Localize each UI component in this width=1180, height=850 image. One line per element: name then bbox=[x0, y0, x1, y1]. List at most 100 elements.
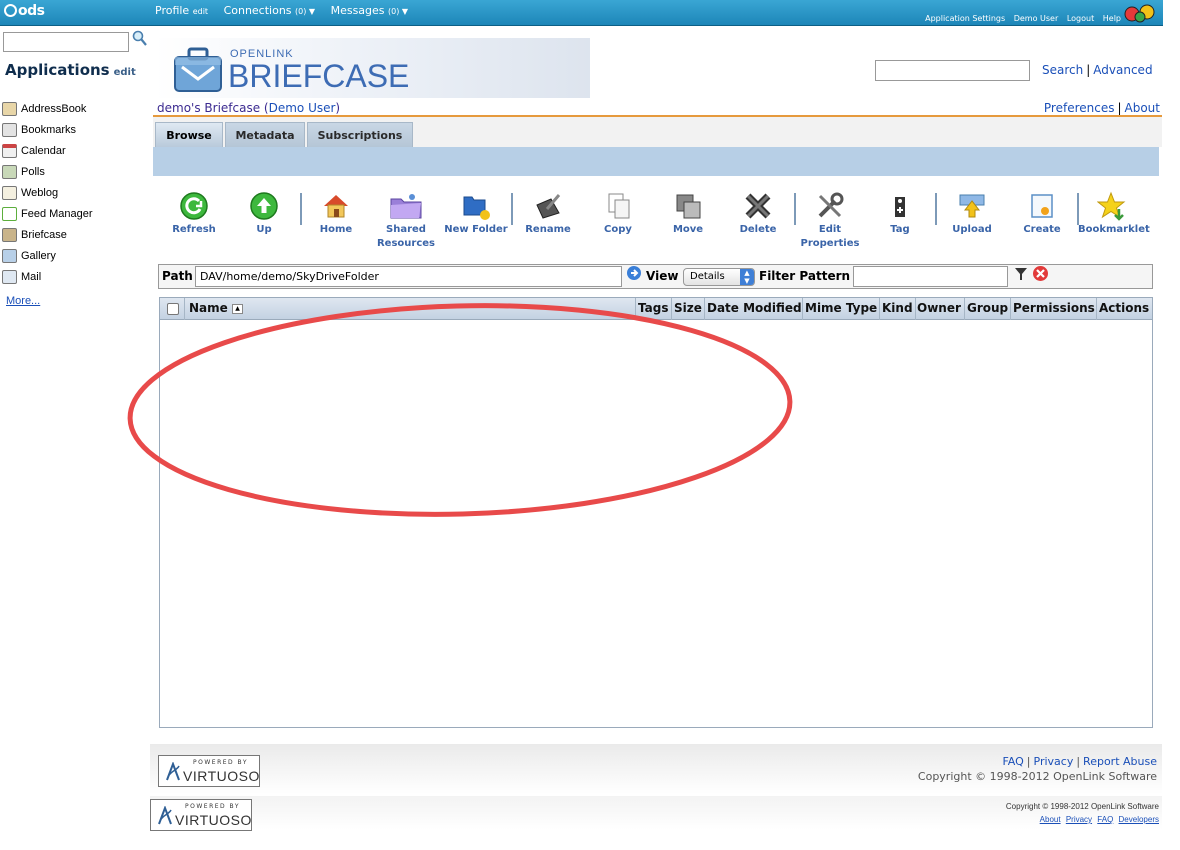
tab-subscriptions[interactable]: Subscriptions bbox=[307, 122, 413, 147]
bottom-about-link[interactable]: About bbox=[1040, 815, 1061, 824]
sidebar-item-bookmarks[interactable]: Bookmarks bbox=[2, 119, 93, 140]
column-divider bbox=[1010, 298, 1011, 320]
copy-icon bbox=[608, 193, 630, 219]
bottom-faq-link[interactable]: FAQ bbox=[1097, 815, 1113, 824]
virtuoso-logo-icon bbox=[158, 806, 172, 825]
header-search-input[interactable] bbox=[875, 60, 1030, 81]
column-divider bbox=[1096, 298, 1097, 320]
briefcase-icon bbox=[2, 227, 17, 242]
profile-menu[interactable]: Profile edit bbox=[155, 4, 208, 17]
advanced-search-link[interactable]: Advanced bbox=[1093, 63, 1152, 77]
sidebar-item-addressbook[interactable]: AddressBook bbox=[2, 98, 93, 119]
bottom-copyright: Copyright © 1998-2012 OpenLink Software bbox=[1005, 802, 1159, 811]
bookmarklet-icon bbox=[1097, 191, 1126, 221]
file-toolbar: Refresh Up Home Shared Resources New Fol… bbox=[158, 183, 1153, 259]
refresh-button[interactable]: Refresh bbox=[159, 191, 229, 237]
search-link[interactable]: Search bbox=[1042, 63, 1083, 77]
column-header-kind[interactable]: Kind bbox=[882, 301, 913, 315]
select-arrows-icon: ▲ ▼ bbox=[740, 269, 754, 285]
bookmarks-icon bbox=[2, 122, 17, 137]
about-link[interactable]: About bbox=[1125, 101, 1160, 115]
help-link[interactable]: Help bbox=[1103, 14, 1121, 23]
go-arrow-icon[interactable] bbox=[626, 265, 642, 281]
top-right-links: Application Settings Demo User Logout He… bbox=[919, 14, 1121, 23]
logout-link[interactable]: Logout bbox=[1067, 14, 1094, 23]
preferences-link[interactable]: Preferences bbox=[1044, 101, 1115, 115]
privacy-link[interactable]: Privacy bbox=[1034, 755, 1074, 768]
column-header-owner[interactable]: Owner bbox=[917, 301, 961, 315]
copy-button[interactable]: Copy bbox=[583, 191, 653, 237]
briefcase-logo-icon bbox=[174, 47, 222, 92]
bottom-links: About Privacy FAQ Developers bbox=[1037, 815, 1159, 824]
edit-properties-button[interactable]: Edit Properties bbox=[795, 191, 865, 251]
sidebar-item-calendar[interactable]: Calendar bbox=[2, 140, 93, 161]
report-abuse-link[interactable]: Report Abuse bbox=[1083, 755, 1157, 768]
sidebar-item-weblog[interactable]: Weblog bbox=[2, 182, 93, 203]
tab-browse[interactable]: Browse bbox=[155, 122, 223, 147]
filter-icon[interactable] bbox=[1014, 266, 1028, 282]
home-button[interactable]: Home bbox=[301, 191, 371, 237]
upload-icon bbox=[959, 194, 985, 218]
bottom-developers-link[interactable]: Developers bbox=[1119, 815, 1159, 824]
rename-button[interactable]: Rename bbox=[513, 191, 583, 237]
tag-button[interactable]: Tag bbox=[865, 191, 935, 237]
new-folder-button[interactable]: New Folder bbox=[441, 191, 511, 237]
addressbook-icon bbox=[2, 101, 17, 116]
upload-button[interactable]: Upload bbox=[937, 191, 1007, 237]
footer-links: FAQ | Privacy | Report Abuse bbox=[1002, 755, 1157, 768]
bookmarklet-button[interactable]: Bookmarklet bbox=[1078, 191, 1150, 237]
owner-user-link[interactable]: Demo User bbox=[269, 101, 336, 115]
applications-edit-link[interactable]: edit bbox=[114, 67, 136, 78]
column-header-mime-type[interactable]: Mime Type bbox=[805, 301, 877, 315]
view-select[interactable]: Details ▲ ▼ bbox=[683, 268, 755, 286]
virtuoso-logo-icon bbox=[166, 762, 180, 781]
delete-button[interactable]: Delete bbox=[723, 191, 793, 237]
faq-link[interactable]: FAQ bbox=[1002, 755, 1023, 768]
polls-icon bbox=[2, 164, 17, 179]
rename-icon bbox=[536, 194, 561, 219]
bottom-privacy-link[interactable]: Privacy bbox=[1066, 815, 1092, 824]
refresh-icon bbox=[180, 192, 208, 220]
gallery-icon bbox=[2, 248, 17, 263]
filter-pattern-input[interactable] bbox=[853, 266, 1008, 287]
column-header-permissions[interactable]: Permissions bbox=[1013, 301, 1095, 315]
messages-menu[interactable]: Messages (0) ▼ bbox=[331, 4, 408, 17]
column-divider bbox=[879, 298, 880, 320]
powered-by-virtuoso-badge-bottom[interactable]: POWERED BY VIRTUOSO bbox=[150, 799, 252, 831]
up-button[interactable]: Up bbox=[229, 191, 299, 237]
tab-metadata[interactable]: Metadata bbox=[225, 122, 305, 147]
powered-by-virtuoso-badge[interactable]: POWERED BY VIRTUOSO bbox=[158, 755, 260, 787]
ods-logo[interactable]: ods bbox=[4, 3, 45, 19]
sidebar-search-input[interactable] bbox=[3, 32, 129, 52]
application-settings-link[interactable]: Application Settings bbox=[925, 14, 1005, 23]
move-button[interactable]: Move bbox=[653, 191, 723, 237]
calendar-icon bbox=[2, 143, 17, 158]
home-icon bbox=[324, 195, 348, 218]
create-button[interactable]: Create bbox=[1007, 191, 1077, 237]
sidebar-item-mail[interactable]: Mail bbox=[2, 266, 93, 287]
sidebar-item-gallery[interactable]: Gallery bbox=[2, 245, 93, 266]
sidebar-item-polls[interactable]: Polls bbox=[2, 161, 93, 182]
column-header-actions: Actions bbox=[1099, 301, 1150, 315]
shared-resources-button[interactable]: Shared Resources bbox=[371, 191, 441, 251]
filter-pattern-label: Filter Pattern bbox=[759, 269, 851, 283]
sidebar-item-briefcase[interactable]: Briefcase bbox=[2, 224, 93, 245]
mail-icon bbox=[2, 269, 17, 284]
demo-user-link[interactable]: Demo User bbox=[1014, 14, 1059, 23]
create-icon bbox=[1031, 194, 1053, 218]
more-applications-link[interactable]: More... bbox=[6, 295, 40, 307]
top-navigation-bar: ods Profile edit Connections (0) ▼ Messa… bbox=[0, 0, 1163, 26]
sidebar-item-feed-manager[interactable]: Feed Manager bbox=[2, 203, 93, 224]
column-header-group[interactable]: Group bbox=[967, 301, 1008, 315]
search-icon[interactable] bbox=[132, 30, 148, 48]
connections-menu[interactable]: Connections (0) ▼ bbox=[224, 4, 316, 17]
applications-heading: Applications edit bbox=[5, 61, 136, 79]
new-folder-icon bbox=[463, 196, 490, 220]
path-input[interactable]: DAV/home/demo/SkyDriveFolder bbox=[195, 266, 622, 287]
clear-filter-icon[interactable] bbox=[1032, 265, 1049, 282]
brand-title: BRIEFCASE bbox=[228, 58, 410, 94]
column-divider bbox=[915, 298, 916, 320]
application-list: AddressBook Bookmarks Calendar Polls Web… bbox=[2, 98, 93, 287]
briefcase-owner: demo's Briefcase (Demo User) bbox=[157, 101, 341, 115]
feed-icon bbox=[2, 206, 17, 221]
